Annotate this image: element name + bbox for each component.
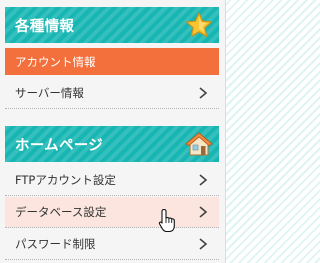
sidebar-item-label: データベース設定: [15, 205, 107, 219]
section-title: ホームページ: [15, 137, 104, 154]
chevron-right-icon: [199, 87, 208, 99]
section-header-homepage: ホームページ: [5, 126, 219, 162]
chevron-right-icon: [199, 238, 208, 250]
sidebar-item-account-info[interactable]: アカウント情報: [5, 48, 219, 75]
sidebar-item-label: FTPアカウント設定: [15, 173, 116, 187]
hand-pointer-icon: [158, 208, 175, 233]
section-title: 各種情報: [15, 18, 75, 35]
chevron-right-icon: [199, 174, 208, 186]
sidebar-item-label: アカウント情報: [15, 54, 96, 69]
sidebar-item-server-info[interactable]: サーバー情報: [5, 78, 219, 109]
sidebar-item-password-limit[interactable]: パスワード制限: [5, 229, 219, 260]
sidebar-item-label: パスワード制限: [15, 237, 96, 251]
sidebar-item-database[interactable]: データベース設定: [5, 197, 219, 228]
star-icon: [186, 12, 212, 37]
sidebar-item-ftp-account[interactable]: FTPアカウント設定: [5, 165, 219, 196]
section-header-info: 各種情報: [5, 7, 219, 43]
chevron-right-icon: [199, 206, 208, 218]
sidebar-item-label: サーバー情報: [15, 86, 84, 100]
house-icon: [185, 132, 213, 156]
sidebar: 各種情報 アカウント情報 サーバー情報 ホームページ FTPアカウント設定 デー…: [0, 0, 226, 263]
